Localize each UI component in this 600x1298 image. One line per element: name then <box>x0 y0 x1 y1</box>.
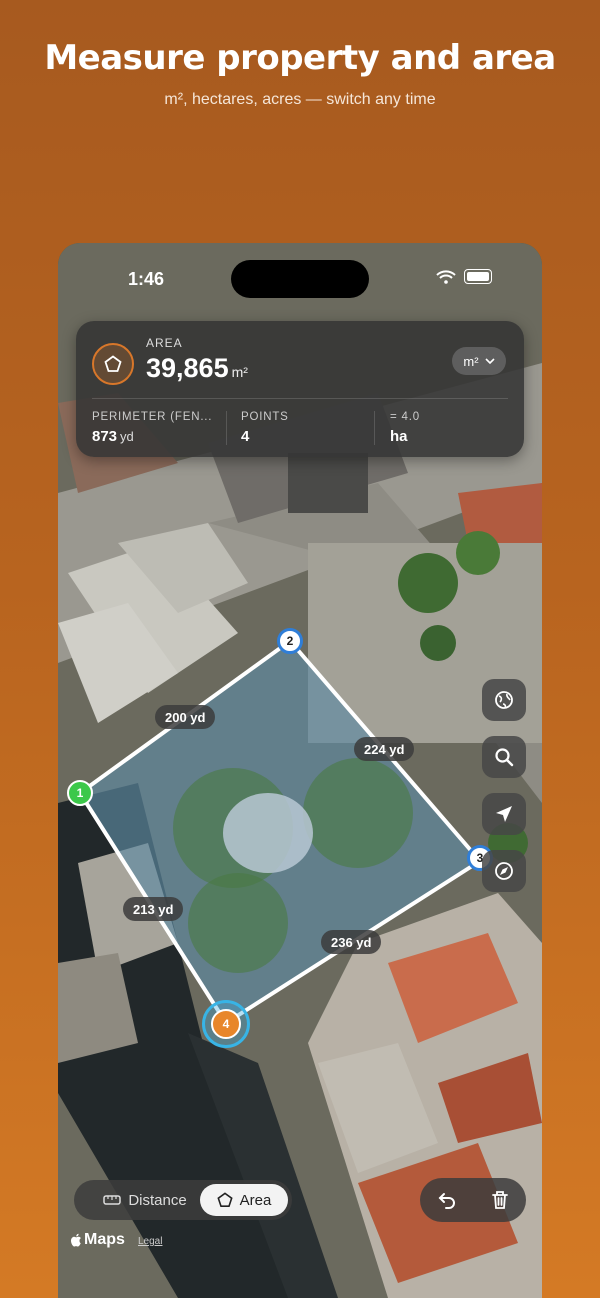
polygon-point-2[interactable]: 2 <box>277 628 303 654</box>
card-divider <box>92 398 508 399</box>
battery-icon <box>464 269 492 284</box>
polygon-point-4-selected[interactable]: 4 <box>202 1000 250 1048</box>
compass-button[interactable] <box>482 850 526 892</box>
area-unit: m² <box>231 364 248 380</box>
polygon-point-4: 4 <box>211 1009 241 1039</box>
points-stat: POINTS 4 <box>241 411 289 445</box>
headline: Measure property and area <box>44 38 556 78</box>
status-time: 1:46 <box>128 269 165 289</box>
phone-screen: 1:46 AREA 39,865 m² m² PERIMETER (FEN... … <box>58 243 542 1298</box>
perimeter-unit: yd <box>120 429 134 444</box>
delete-button[interactable] <box>473 1178 526 1222</box>
hectares-value: ha <box>390 428 408 445</box>
area-mode-button[interactable]: Area <box>200 1184 288 1216</box>
undo-icon <box>438 1193 455 1209</box>
apple-logo-icon <box>71 1233 81 1247</box>
polygon-point-1[interactable]: 1 <box>67 780 93 806</box>
polygon-icon <box>92 343 134 385</box>
edge-length-label: 200 yd <box>155 705 216 729</box>
edge-length-label: 224 yd <box>354 737 415 761</box>
hectares-stat: = 4.0 ha <box>390 411 420 445</box>
area-value: 39,865 <box>146 353 229 383</box>
maps-brand: Maps <box>84 1231 125 1248</box>
measurement-card: AREA 39,865 m² m² PERIMETER (FEN... 873 yd… <box>76 321 524 457</box>
edge-length-label: 213 yd <box>123 897 184 921</box>
perimeter-value: 873 <box>92 428 118 445</box>
compass-icon <box>495 862 513 880</box>
unit-selector[interactable]: m² <box>452 347 506 375</box>
legal-link[interactable]: Legal <box>138 1236 162 1247</box>
ruler-icon <box>103 1195 122 1205</box>
area-mode-label: Area <box>239 1191 272 1209</box>
points-value: 4 <box>241 428 250 445</box>
distance-mode-label: Distance <box>128 1191 187 1209</box>
distance-mode-button[interactable]: Distance <box>80 1184 210 1216</box>
map-style-button[interactable] <box>482 679 526 721</box>
maps-attribution[interactable]: Maps <box>70 1231 125 1249</box>
unit-selector-label: m² <box>463 353 479 369</box>
chevron-down-icon <box>485 358 495 364</box>
search-icon <box>495 748 514 767</box>
area-label: AREA <box>146 336 183 350</box>
search-button[interactable] <box>482 736 526 778</box>
dynamic-island <box>231 260 369 298</box>
points-label: POINTS <box>241 411 289 423</box>
my-location-button[interactable] <box>482 793 526 835</box>
perimeter-label: PERIMETER (FEN... <box>92 411 213 423</box>
hectares-label: = 4.0 <box>390 411 420 423</box>
perimeter-stat: PERIMETER (FEN... 873 yd <box>92 411 212 445</box>
location-arrow-icon <box>496 806 512 822</box>
edge-length-label: 236 yd <box>321 930 382 954</box>
polygon-icon <box>217 1192 233 1208</box>
trash-icon <box>491 1191 508 1209</box>
undo-button[interactable] <box>420 1178 473 1222</box>
subline: m², hectares, acres — switch any time <box>164 91 436 108</box>
action-group <box>420 1178 526 1222</box>
stat-divider <box>226 411 227 445</box>
mode-switch: Distance Area <box>74 1180 292 1220</box>
stat-divider <box>374 411 375 445</box>
globe-icon <box>495 691 513 709</box>
wifi-icon <box>436 269 456 284</box>
